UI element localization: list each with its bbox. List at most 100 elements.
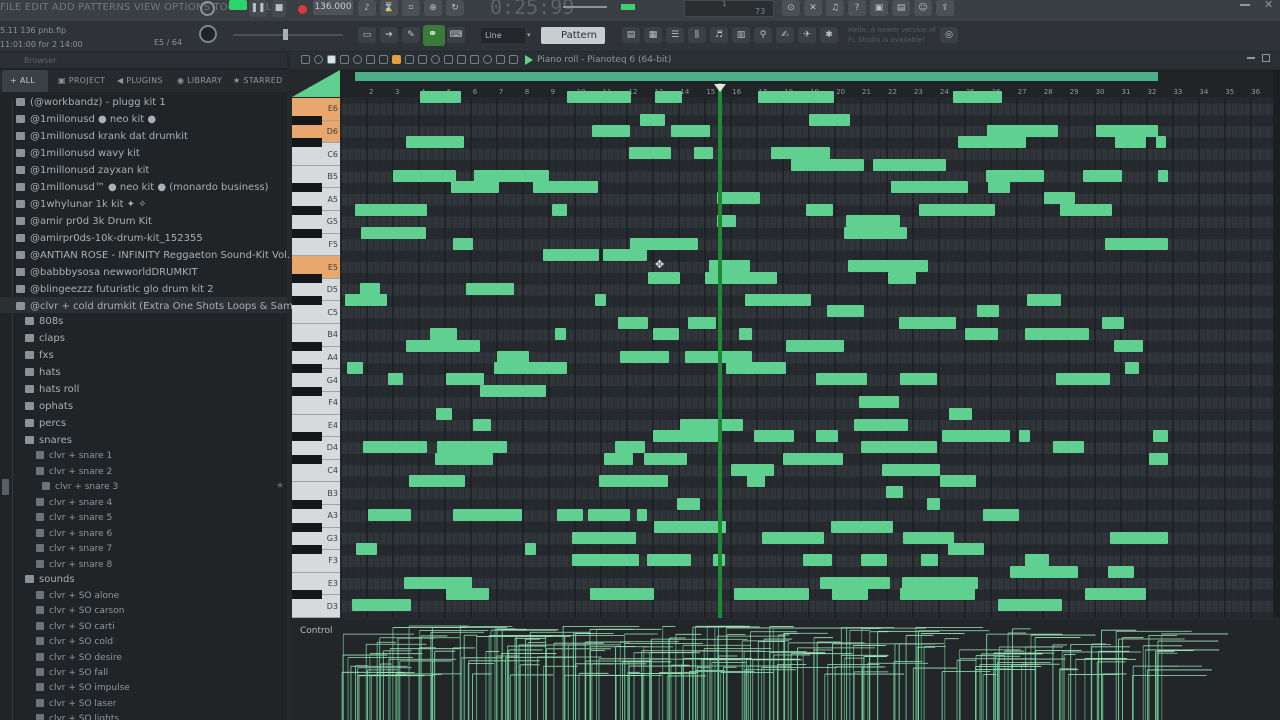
sample-item[interactable]: clvr + snare 3 [42, 480, 118, 495]
note[interactable] [429, 328, 457, 341]
note[interactable] [761, 531, 824, 544]
chevron-icon[interactable] [509, 55, 518, 64]
note[interactable] [903, 531, 954, 544]
black-key[interactable] [292, 206, 322, 216]
play-icon[interactable]: ❚❚ [249, 0, 267, 17]
note[interactable] [986, 169, 1044, 182]
note[interactable] [899, 317, 956, 330]
delete-icon[interactable] [418, 55, 427, 64]
note[interactable] [572, 531, 636, 544]
note[interactable] [676, 497, 700, 510]
note[interactable] [543, 249, 600, 262]
note[interactable] [452, 508, 523, 521]
note[interactable] [620, 350, 670, 363]
note[interactable] [843, 226, 907, 239]
note[interactable] [566, 91, 632, 103]
note[interactable] [525, 543, 536, 556]
help-icon[interactable]: ? [848, 0, 866, 16]
note[interactable] [450, 181, 500, 194]
piano-roll-view-icon[interactable]: ♬ [710, 27, 728, 43]
save-icon[interactable]: ▣ [870, 0, 888, 16]
subfolder-item[interactable]: ophats [25, 398, 73, 415]
note[interactable] [603, 249, 648, 262]
black-key[interactable] [292, 273, 322, 283]
render-icon[interactable]: ▤ [892, 0, 910, 16]
note[interactable] [754, 430, 795, 443]
note[interactable] [832, 588, 868, 601]
subfolder-item[interactable]: fxs [25, 347, 54, 364]
black-key[interactable] [292, 296, 322, 306]
chord-icon[interactable]: ▤ [622, 27, 640, 43]
note[interactable] [453, 237, 473, 250]
bar-number[interactable]: 34 [1199, 88, 1208, 96]
record-icon[interactable] [353, 55, 362, 64]
subfolder-item[interactable]: snares [25, 432, 72, 449]
note[interactable] [744, 294, 811, 307]
note[interactable] [445, 373, 484, 386]
note[interactable] [942, 430, 1011, 443]
subfolder-item[interactable]: hats roll [25, 381, 79, 398]
bar-number[interactable]: 16 [732, 88, 741, 96]
sample-item[interactable]: clvr + snare 1 [36, 449, 112, 464]
subfolder-item[interactable]: hats [25, 364, 61, 381]
bar-number[interactable]: 31 [1122, 88, 1131, 96]
note[interactable] [983, 508, 1019, 521]
sample-item[interactable]: clvr + SO lights [36, 712, 119, 720]
note[interactable] [816, 373, 867, 386]
black-key[interactable] [292, 499, 322, 509]
bar-number[interactable]: 21 [862, 88, 871, 96]
black-key[interactable] [292, 454, 322, 464]
note[interactable] [1113, 339, 1143, 352]
sample-item[interactable]: clvr + SO cold [36, 635, 113, 650]
note[interactable] [899, 373, 938, 386]
note[interactable] [405, 339, 481, 352]
subfolder-item[interactable]: 808s [25, 313, 63, 330]
note[interactable] [679, 418, 744, 431]
bar-number[interactable]: 6 [473, 88, 477, 96]
note[interactable] [403, 576, 472, 589]
note[interactable] [726, 362, 787, 375]
note[interactable] [939, 475, 977, 488]
note[interactable] [1024, 554, 1049, 567]
note[interactable] [888, 271, 917, 284]
note[interactable] [1157, 169, 1168, 182]
stamp-icon[interactable] [366, 55, 375, 64]
note[interactable] [354, 204, 428, 217]
subfolder-item[interactable]: claps [25, 330, 65, 347]
note[interactable] [1026, 294, 1061, 307]
note[interactable] [445, 588, 489, 601]
note[interactable] [949, 407, 973, 420]
note[interactable] [436, 407, 453, 420]
note[interactable] [387, 373, 404, 386]
star-icon[interactable]: ★ [276, 481, 284, 491]
bar-number[interactable]: 32 [1148, 88, 1157, 96]
note[interactable] [571, 554, 639, 567]
note[interactable] [419, 91, 461, 103]
note[interactable] [1156, 136, 1167, 149]
note[interactable] [890, 181, 969, 194]
browser-scroll-indicator[interactable] [2, 479, 9, 495]
note[interactable] [1095, 124, 1159, 137]
tempo-display[interactable]: 136.000 [313, 0, 353, 15]
master-pitch-knob[interactable] [199, 25, 217, 43]
note[interactable] [646, 554, 691, 567]
note[interactable] [1085, 588, 1146, 601]
note[interactable] [872, 158, 946, 171]
bar-number[interactable]: 14 [680, 88, 689, 96]
black-key[interactable] [292, 228, 322, 238]
note[interactable] [785, 339, 844, 352]
black-key[interactable] [292, 545, 322, 555]
note[interactable] [1044, 192, 1076, 205]
black-key[interactable] [292, 183, 322, 193]
note[interactable] [947, 543, 985, 556]
note[interactable] [1152, 430, 1168, 443]
note[interactable] [345, 294, 387, 307]
slice-icon[interactable] [457, 55, 466, 64]
folder-item[interactable]: @1millonusd ● neo kit ● [16, 111, 156, 128]
note[interactable] [466, 282, 514, 295]
folder-item[interactable]: @amir pr0d 3k Drum Kit [16, 213, 152, 230]
note[interactable] [1082, 169, 1123, 182]
bar-number[interactable]: 33 [1173, 88, 1182, 96]
mic-icon[interactable]: ♫ [826, 0, 844, 16]
note[interactable] [1010, 565, 1079, 578]
